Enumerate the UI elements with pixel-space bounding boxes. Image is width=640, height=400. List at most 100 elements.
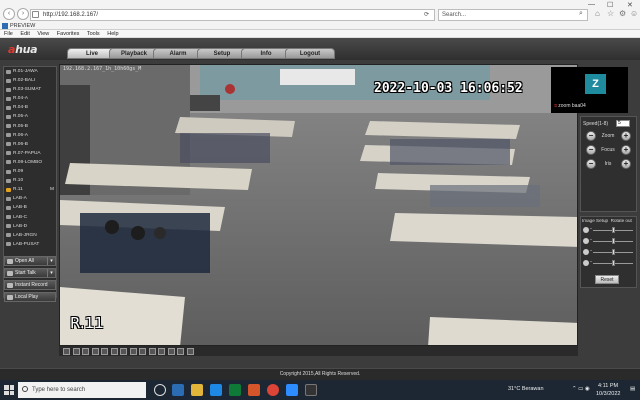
- cortana-icon[interactable]: [154, 384, 166, 396]
- iris-open-button[interactable]: +: [621, 159, 631, 169]
- slider-thumb[interactable]: [611, 227, 615, 233]
- hue-slider[interactable]: -: [583, 259, 635, 267]
- open-all-button[interactable]: Open All ▾: [4, 256, 56, 266]
- tab-image-setup[interactable]: Image Setup: [582, 218, 608, 223]
- refresh-icon[interactable]: ⟳: [424, 11, 429, 18]
- live-video-view[interactable]: 192.168.2.167_1h_10h60gs_M 2022-10-03 16…: [59, 64, 578, 346]
- maximize-icon[interactable]: ☐: [607, 1, 613, 9]
- minimize-icon[interactable]: —: [588, 1, 595, 8]
- settings-icon[interactable]: [186, 347, 194, 355]
- excel-icon[interactable]: [229, 384, 241, 396]
- menu-help[interactable]: Help: [107, 31, 118, 37]
- task-view-icon[interactable]: [172, 384, 184, 396]
- tab-alarm[interactable]: Alarm: [153, 48, 203, 59]
- stream-icon[interactable]: [167, 347, 175, 355]
- camera-item[interactable]: R.11 M: [4, 185, 56, 194]
- camera-item[interactable]: LAB-C: [4, 213, 56, 222]
- edge-icon[interactable]: [210, 384, 222, 396]
- camera-item[interactable]: R.06-A: [4, 131, 56, 140]
- camera-item[interactable]: LAB-PUSAT: [4, 240, 56, 249]
- layout-4-icon[interactable]: [72, 347, 80, 355]
- slider-thumb[interactable]: [611, 260, 615, 266]
- taskbar-search-input[interactable]: Type here to search: [18, 382, 146, 398]
- snapshot-icon[interactable]: [120, 347, 127, 355]
- camera-item[interactable]: R.06-B: [4, 140, 56, 149]
- camera-item[interactable]: R.09: [4, 167, 56, 176]
- camera-item[interactable]: R.05-A: [4, 112, 56, 121]
- slider-thumb[interactable]: [611, 238, 615, 244]
- back-button[interactable]: ‹: [3, 8, 15, 20]
- settings-icon[interactable]: ⚙: [619, 9, 626, 18]
- menu-edit[interactable]: Edit: [20, 31, 29, 37]
- camera-item[interactable]: R.10: [4, 176, 56, 185]
- favorites-icon[interactable]: ☆: [607, 9, 614, 18]
- chrome-icon[interactable]: [267, 384, 279, 396]
- powerpoint-icon[interactable]: [248, 384, 260, 396]
- camera-item[interactable]: LAB-JRGN: [4, 231, 56, 240]
- forward-button[interactable]: ›: [17, 8, 29, 20]
- close-video-icon[interactable]: [158, 347, 165, 355]
- layout-9-icon[interactable]: [110, 347, 118, 355]
- tab-info[interactable]: Info: [241, 48, 291, 59]
- tab-rotate[interactable]: Rotate out: [611, 218, 632, 223]
- slider-thumb[interactable]: [611, 249, 615, 255]
- menu-favorites[interactable]: Favorites: [57, 31, 80, 37]
- notifications-icon[interactable]: ▤: [630, 386, 635, 392]
- record-icon[interactable]: [129, 347, 137, 355]
- close-icon[interactable]: ✕: [627, 1, 633, 9]
- camera-item[interactable]: R.08-LOMBO: [4, 158, 56, 167]
- browser-tab[interactable]: PREVIEW: [1, 22, 131, 30]
- tab-playback[interactable]: Playback: [109, 48, 159, 59]
- address-bar[interactable]: http://192.168.2.167/: [30, 9, 435, 21]
- camera-item[interactable]: R.05-B: [4, 122, 56, 131]
- search-input[interactable]: Search...: [438, 9, 588, 21]
- camera-item[interactable]: LAB-B: [4, 203, 56, 212]
- zoom-participant-window[interactable]: Z ⦸zoom baa04: [551, 67, 628, 113]
- camera-item[interactable]: LAB-D: [4, 222, 56, 231]
- terminal-icon[interactable]: [305, 384, 317, 396]
- system-tray-icons[interactable]: ⌃ ▭ ◉: [572, 386, 590, 392]
- weather-widget[interactable]: 31°C Berawan: [508, 386, 544, 392]
- camera-item[interactable]: R.07-PAPUA: [4, 149, 56, 158]
- tab-logout[interactable]: Logout: [285, 48, 335, 59]
- layout-8-icon[interactable]: [101, 347, 108, 355]
- focus-far-button[interactable]: +: [621, 145, 631, 155]
- windows-start-icon[interactable]: [4, 385, 14, 395]
- local-play-button[interactable]: Local Play: [4, 292, 56, 302]
- camera-item[interactable]: R.03-SUMAT: [4, 85, 56, 94]
- menu-file[interactable]: File: [4, 31, 13, 37]
- iris-close-button[interactable]: −: [586, 159, 596, 169]
- reset-button[interactable]: Reset: [595, 275, 619, 284]
- home-icon[interactable]: ⌂: [595, 9, 600, 18]
- fullscreen-icon[interactable]: [82, 347, 89, 355]
- start-talk-button[interactable]: Start Talk ▾: [4, 268, 56, 278]
- chevron-down-icon[interactable]: ▾: [47, 269, 55, 277]
- saturation-slider[interactable]: -: [583, 248, 635, 256]
- ratio-icon[interactable]: [177, 347, 184, 355]
- camera-item[interactable]: R.02-BALI: [4, 76, 56, 85]
- tab-setup[interactable]: Setup: [197, 48, 247, 59]
- brightness-slider[interactable]: -: [583, 226, 635, 234]
- layout-6-icon[interactable]: [91, 347, 99, 355]
- file-explorer-icon[interactable]: [191, 384, 203, 396]
- zoom-out-button[interactable]: −: [586, 131, 596, 141]
- feedback-icon[interactable]: ☺: [630, 9, 638, 18]
- camera-item[interactable]: R.04-A: [4, 94, 56, 103]
- camera-item[interactable]: LAB-A: [4, 194, 56, 203]
- focus-near-button[interactable]: −: [586, 145, 596, 155]
- chevron-down-icon[interactable]: ▾: [47, 257, 55, 265]
- menu-tools[interactable]: Tools: [87, 31, 100, 37]
- zoom-icon[interactable]: [139, 347, 146, 355]
- audio-icon[interactable]: [148, 347, 156, 355]
- contrast-slider[interactable]: -: [583, 237, 635, 245]
- camera-item[interactable]: R.04-B: [4, 103, 56, 112]
- search-icon[interactable]: ⌕: [579, 10, 583, 18]
- zoom-in-button[interactable]: +: [621, 131, 631, 141]
- instant-record-button[interactable]: Instant Record: [4, 280, 56, 290]
- menu-view[interactable]: View: [37, 31, 49, 37]
- speed-select[interactable]: 5: [616, 120, 630, 127]
- layout-1-icon[interactable]: [63, 347, 70, 355]
- clock-time[interactable]: 4:11 PM: [598, 383, 618, 389]
- zoom-icon[interactable]: [286, 384, 298, 396]
- camera-item[interactable]: R.01-JAWA: [4, 67, 56, 76]
